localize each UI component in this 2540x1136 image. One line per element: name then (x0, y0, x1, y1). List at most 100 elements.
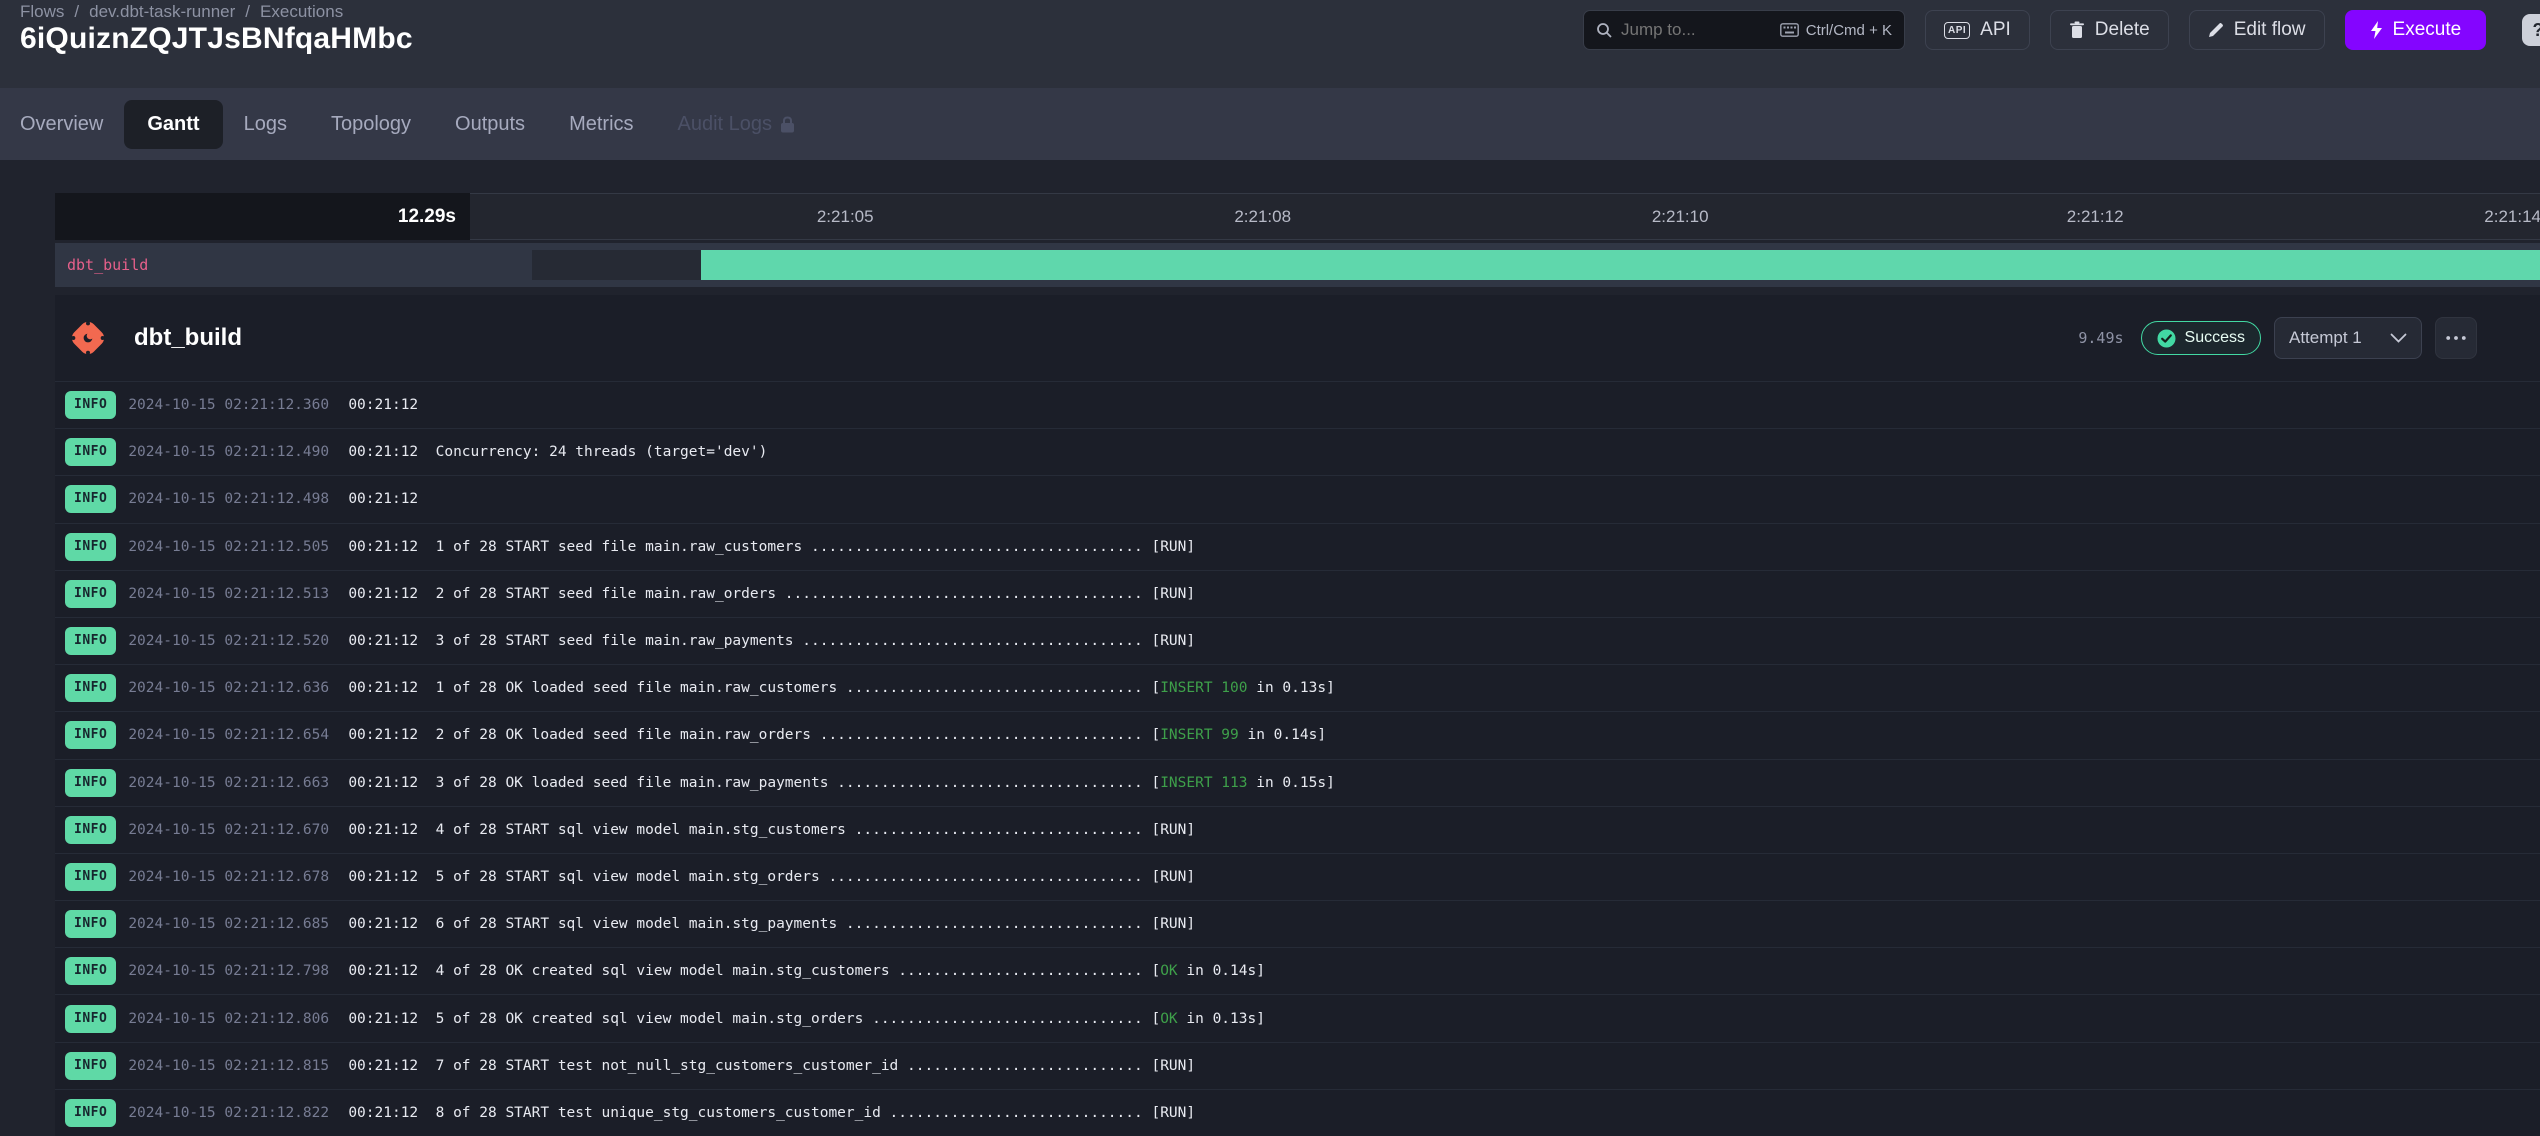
jump-to-search[interactable]: Ctrl/Cmd + K (1583, 10, 1905, 50)
log-row[interactable]: INFO 2024-10-15 02:21:12.685 00:21:12 6 … (55, 900, 2540, 947)
help-button[interactable]: ? (2522, 14, 2540, 46)
delete-button[interactable]: Delete (2050, 10, 2169, 50)
more-options-button[interactable] (2435, 317, 2477, 359)
task-header-controls: 9.49s Success Attempt 1 (2078, 317, 2477, 359)
gantt-duration-box: 12.29s (55, 193, 470, 240)
log-timestamp: 2024-10-15 02:21:12.654 (128, 727, 332, 743)
api-button[interactable]: API API (1925, 10, 2030, 50)
log-timestamp: 2024-10-15 02:21:12.490 (128, 444, 332, 460)
log-level-badge: INFO (65, 910, 116, 938)
topbar-actions: Ctrl/Cmd + K API API Delete Edit f (1583, 10, 2486, 50)
tab-audit-logs: Audit Logs (678, 113, 796, 136)
log-level-badge: INFO (65, 391, 116, 419)
log-message: 00:21:12 3 of 28 OK loaded seed file mai… (348, 775, 1335, 791)
gantt-bar-created[interactable] (532, 250, 701, 280)
breadcrumb-item[interactable]: Flows (20, 2, 64, 22)
log-row[interactable]: INFO 2024-10-15 02:21:12.670 00:21:12 4 … (55, 806, 2540, 853)
log-row[interactable]: INFO 2024-10-15 02:21:12.654 00:21:12 2 … (55, 711, 2540, 758)
delete-label: Delete (2095, 19, 2150, 41)
status-label: Success (2185, 329, 2245, 347)
time-tick: 2:21:12 (2067, 207, 2124, 227)
api-label: API (1980, 19, 2011, 41)
time-tick: 2:21:05 (817, 207, 874, 227)
execute-button[interactable]: Execute (2345, 10, 2487, 50)
breadcrumb: Flows/dev.dbt-task-runner/Executions (20, 2, 343, 22)
task-card-header: dbt_build 9.49s Success Attempt 1 (55, 295, 2540, 381)
log-row[interactable]: INFO 2024-10-15 02:21:12.505 00:21:12 1 … (55, 523, 2540, 570)
status-badge: Success (2141, 321, 2261, 355)
ellipsis-icon (2446, 336, 2466, 340)
log-message: 00:21:12 4 of 28 START sql view model ma… (348, 822, 1195, 838)
log-timestamp: 2024-10-15 02:21:12.670 (128, 822, 332, 838)
log-row[interactable]: INFO 2024-10-15 02:21:12.360 00:21:12 (55, 381, 2540, 428)
log-row[interactable]: INFO 2024-10-15 02:21:12.678 00:21:12 5 … (55, 853, 2540, 900)
trash-icon (2069, 21, 2085, 39)
chevron-down-icon (2390, 333, 2407, 343)
log-timestamp: 2024-10-15 02:21:12.678 (128, 869, 332, 885)
task-name: dbt_build (134, 324, 242, 352)
gantt-task-row[interactable]: dbt_build (55, 243, 2540, 287)
log-timestamp: 2024-10-15 02:21:12.815 (128, 1058, 332, 1074)
log-timestamp: 2024-10-15 02:21:12.513 (128, 586, 332, 602)
log-message: 00:21:12 (348, 491, 418, 507)
log-level-badge: INFO (65, 1052, 116, 1080)
log-timestamp: 2024-10-15 02:21:12.498 (128, 491, 332, 507)
log-level-badge: INFO (65, 957, 116, 985)
log-timestamp: 2024-10-15 02:21:12.798 (128, 963, 332, 979)
log-timestamp: 2024-10-15 02:21:12.806 (128, 1011, 332, 1027)
log-row[interactable]: INFO 2024-10-15 02:21:12.498 00:21:12 (55, 475, 2540, 522)
edit-flow-label: Edit flow (2234, 19, 2306, 41)
log-status-green: OK (1160, 963, 1177, 979)
tab-topology[interactable]: Topology (331, 113, 411, 136)
log-row[interactable]: INFO 2024-10-15 02:21:12.513 00:21:12 2 … (55, 570, 2540, 617)
log-level-badge: INFO (65, 1099, 116, 1127)
log-message: 00:21:12 (348, 397, 418, 413)
attempt-label: Attempt 1 (2289, 328, 2362, 348)
tab-logs[interactable]: Logs (244, 113, 287, 136)
tab-label: Overview (20, 113, 103, 136)
log-status-green: INSERT 113 (1160, 775, 1247, 791)
lightning-icon (2370, 21, 2383, 39)
log-timestamp: 2024-10-15 02:21:12.822 (128, 1105, 332, 1121)
log-row[interactable]: INFO 2024-10-15 02:21:12.663 00:21:12 3 … (55, 759, 2540, 806)
log-message: 00:21:12 2 of 28 START seed file main.ra… (348, 586, 1195, 602)
log-row[interactable]: INFO 2024-10-15 02:21:12.520 00:21:12 3 … (55, 617, 2540, 664)
gantt-bar-success[interactable] (701, 250, 2540, 280)
execution-page: Flows/dev.dbt-task-runner/Executions 6iQ… (0, 0, 2540, 1136)
gantt-timeline-header: 12.29s 2:21:052:21:082:21:102:21:122:21:… (55, 193, 2540, 240)
edit-flow-button[interactable]: Edit flow (2189, 10, 2325, 50)
log-message: 00:21:12 4 of 28 OK created sql view mod… (348, 963, 1265, 979)
log-timestamp: 2024-10-15 02:21:12.663 (128, 775, 332, 791)
tab-outputs[interactable]: Outputs (455, 113, 525, 136)
task-duration: 9.49s (2078, 329, 2123, 347)
attempt-dropdown[interactable]: Attempt 1 (2274, 317, 2422, 359)
log-timestamp: 2024-10-15 02:21:12.520 (128, 633, 332, 649)
tab-bar: Overview Gantt Logs Topology Outputs Met… (0, 88, 2540, 160)
breadcrumb-item[interactable]: Executions (260, 2, 343, 22)
shortcut-label: Ctrl/Cmd + K (1806, 22, 1892, 39)
log-row[interactable]: INFO 2024-10-15 02:21:12.636 00:21:12 1 … (55, 664, 2540, 711)
log-row[interactable]: INFO 2024-10-15 02:21:12.798 00:21:12 4 … (55, 947, 2540, 994)
log-message: 00:21:12 1 of 28 START seed file main.ra… (348, 539, 1195, 555)
search-input[interactable] (1621, 20, 1771, 40)
breadcrumb-separator: / (74, 2, 79, 22)
api-icon: API (1944, 22, 1970, 39)
log-level-badge: INFO (65, 863, 116, 891)
tab-label: Topology (331, 113, 411, 136)
breadcrumb-item[interactable]: dev.dbt-task-runner (89, 2, 235, 22)
log-message: 00:21:12 6 of 28 START sql view model ma… (348, 916, 1195, 932)
time-tick: 2:21:10 (1652, 207, 1709, 227)
log-message: 00:21:12 1 of 28 OK loaded seed file mai… (348, 680, 1335, 696)
tab-metrics[interactable]: Metrics (569, 113, 633, 136)
log-status-green: INSERT 99 (1160, 727, 1239, 743)
tab-overview[interactable]: Overview (20, 113, 103, 136)
tab-gantt[interactable]: Gantt (124, 100, 222, 149)
log-row[interactable]: INFO 2024-10-15 02:21:12.806 00:21:12 5 … (55, 994, 2540, 1041)
log-level-badge: INFO (65, 627, 116, 655)
log-level-badge: INFO (65, 438, 116, 466)
log-level-badge: INFO (65, 816, 116, 844)
log-row[interactable]: INFO 2024-10-15 02:21:12.822 00:21:12 8 … (55, 1089, 2540, 1136)
log-row[interactable]: INFO 2024-10-15 02:21:12.490 00:21:12 Co… (55, 428, 2540, 475)
log-row[interactable]: INFO 2024-10-15 02:21:12.815 00:21:12 7 … (55, 1042, 2540, 1089)
log-timestamp: 2024-10-15 02:21:12.636 (128, 680, 332, 696)
